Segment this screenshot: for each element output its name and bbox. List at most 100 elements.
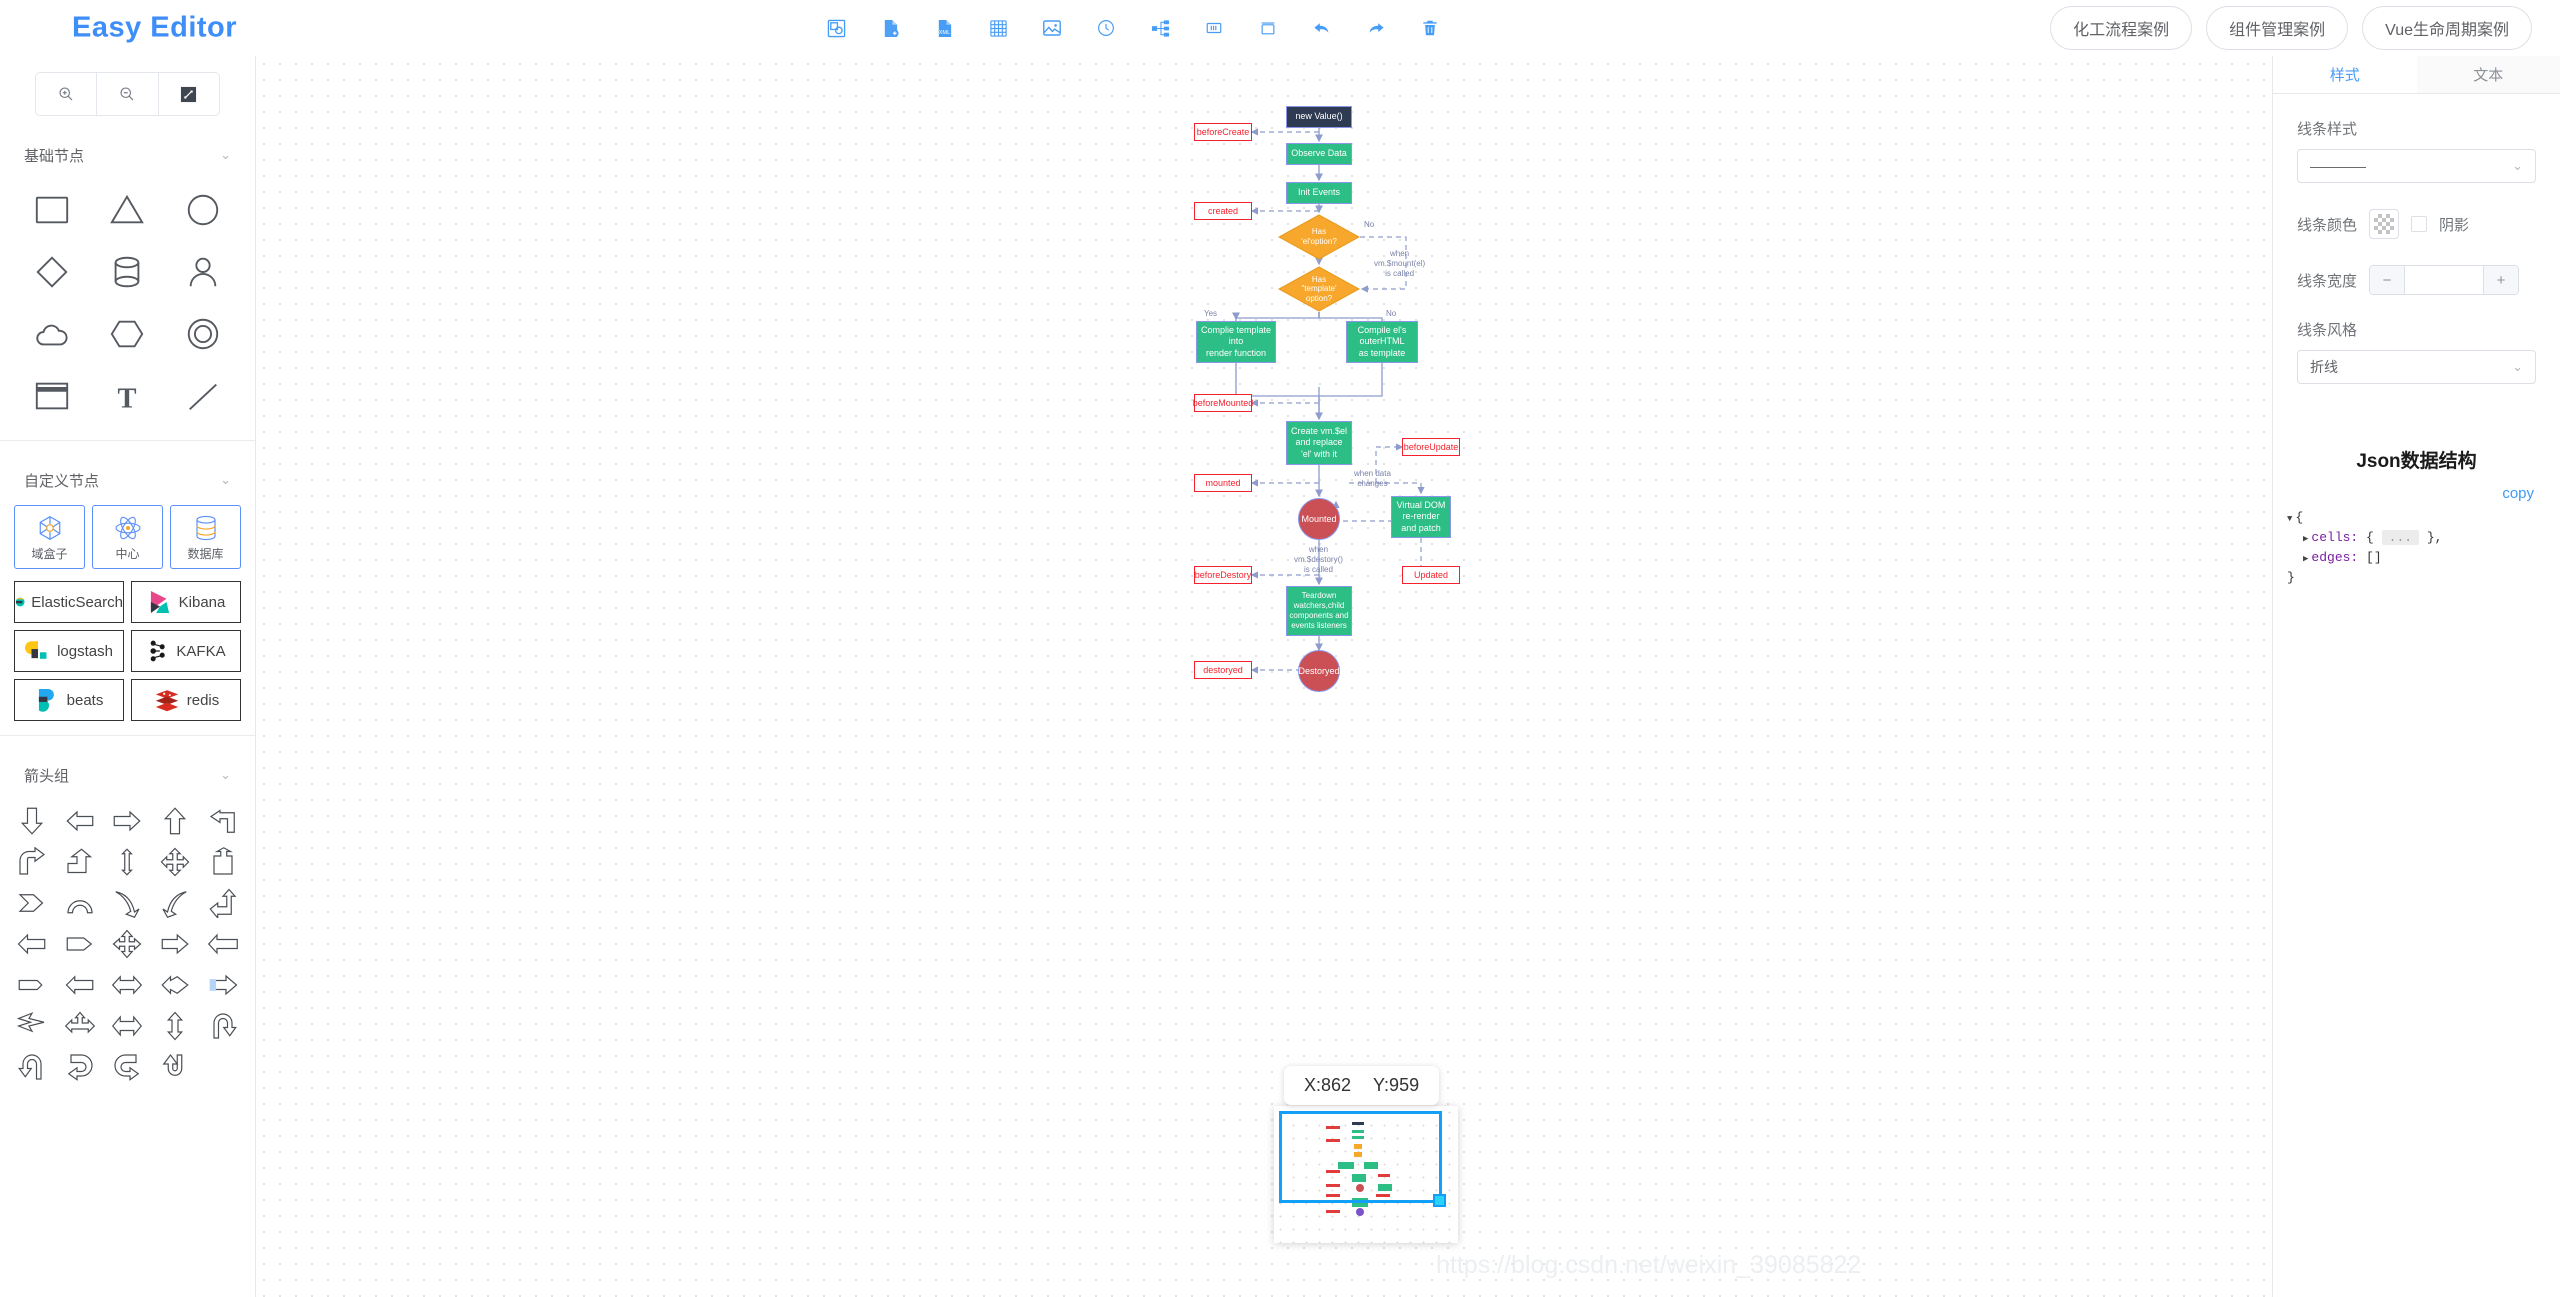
trash-icon[interactable] (1414, 12, 1446, 44)
zoom-in-icon[interactable] (36, 73, 98, 115)
node-observe-data[interactable]: Observe Data (1286, 143, 1352, 165)
custom-node-domain-box[interactable]: 域盒子 (14, 505, 85, 569)
archive-icon[interactable] (1252, 12, 1284, 44)
brand-node-elasticsearch[interactable]: ElasticSearch (14, 581, 124, 623)
chevron-right-shape[interactable] (8, 882, 56, 923)
arrow-left-block[interactable] (56, 964, 104, 1005)
arrow-up-tab[interactable] (199, 841, 247, 882)
arrow-step-up[interactable] (56, 841, 104, 882)
custom-node-database[interactable]: 数据库 (170, 505, 241, 569)
redo-icon[interactable] (1360, 12, 1392, 44)
sitemap-icon[interactable] (1144, 12, 1176, 44)
panel-icon[interactable] (1198, 12, 1230, 44)
shape-text[interactable]: T (90, 368, 166, 424)
brand-node-kibana[interactable]: Kibana (131, 581, 241, 623)
arrow-four-way-cross[interactable] (104, 923, 152, 964)
json-line-edges[interactable]: ▶ edges: [] (2287, 548, 2560, 568)
zoom-out-icon[interactable] (97, 73, 159, 115)
arrow-loop-left[interactable] (56, 1046, 104, 1087)
shape-circle[interactable] (165, 182, 241, 238)
arrow-bend-left[interactable] (199, 800, 247, 841)
example-vue-lifecycle-button[interactable]: Vue生命周期案例 (2362, 6, 2532, 50)
xml-file-icon[interactable]: XML (928, 12, 960, 44)
minimap[interactable] (1274, 1106, 1458, 1243)
arrow-double-head-horizontal[interactable] (104, 1005, 152, 1046)
arrow-updown-narrow[interactable] (104, 841, 152, 882)
line-shape-select[interactable]: 折线 ⌄ (2297, 350, 2536, 384)
node-virtual-dom-patch[interactable]: Virtual DOM re-render and patch (1391, 496, 1451, 538)
grid-icon[interactable] (982, 12, 1014, 44)
arrow-double-left-notch[interactable] (151, 964, 199, 1005)
triangle-collapsed-icon[interactable]: ▶ (2303, 554, 2308, 564)
node-compile-outerhtml[interactable]: Compile el's outerHTML as template (1346, 321, 1418, 363)
json-line-root-open[interactable]: ▼{ (2287, 508, 2560, 528)
shape-cloud[interactable] (14, 306, 90, 362)
node-init-events[interactable]: Init Events (1286, 182, 1352, 204)
arrow-curved-down-right[interactable] (151, 882, 199, 923)
shape-rectangle[interactable] (14, 182, 90, 238)
copy-json-button[interactable]: copy (2273, 485, 2560, 502)
triangle-collapsed-icon[interactable]: ▶ (2303, 534, 2308, 544)
brand-node-kafka[interactable]: KAFKA (131, 630, 241, 672)
undo-icon[interactable] (1306, 12, 1338, 44)
arrow-right-striped[interactable] (199, 964, 247, 1005)
line-width-increase-button[interactable]: + (2484, 266, 2519, 294)
json-fold-placeholder[interactable]: ... (2381, 530, 2420, 546)
arrow-three-way[interactable] (56, 1005, 104, 1046)
shadow-checkbox[interactable] (2411, 216, 2428, 232)
shape-titled-box[interactable] (14, 368, 90, 424)
hook-updated[interactable]: Updated (1402, 566, 1460, 584)
arrow-four-way-diamond[interactable] (151, 841, 199, 882)
arrow-tag-right[interactable] (8, 964, 56, 1005)
minimap-resize-handle[interactable] (1433, 1194, 1446, 1207)
custom-node-center[interactable]: 中心 (92, 505, 163, 569)
triangle-expanded-icon[interactable]: ▼ (2287, 514, 2292, 524)
fit-screen-icon[interactable] (159, 73, 219, 115)
node-destoryed[interactable]: Destoryed (1298, 650, 1340, 692)
shape-hexagon[interactable] (90, 306, 166, 362)
node-has-template-option[interactable]: Has "template' option? (1278, 266, 1360, 312)
hook-created[interactable]: created (1194, 202, 1252, 220)
new-file-icon[interactable] (874, 12, 906, 44)
arrow-curved-down-left[interactable] (104, 882, 152, 923)
shape-double-circle[interactable] (165, 306, 241, 362)
arrow-curve-right[interactable] (8, 841, 56, 882)
brand-node-redis[interactable]: redis (131, 679, 241, 721)
shape-triangle[interactable] (90, 182, 166, 238)
node-teardown[interactable]: Teardown watchers,child components and even… (1286, 586, 1352, 636)
node-create-vm-el[interactable]: Create vm.$el and replace'el' with it (1286, 421, 1352, 465)
tab-style[interactable]: 样式 (2273, 56, 2417, 93)
line-width-stepper[interactable]: − + (2369, 265, 2520, 295)
shape-cylinder[interactable] (90, 244, 166, 300)
hook-beforedestory[interactable]: beforeDestory (1194, 566, 1252, 584)
hook-beforecreate[interactable]: beforeCreate (1194, 123, 1252, 141)
chevron-pentagon-right[interactable] (56, 923, 104, 964)
chevron-down-icon[interactable]: ⌄ (220, 472, 231, 488)
arrow-up-down[interactable] (151, 1005, 199, 1046)
arrow-placeholder[interactable] (199, 1046, 247, 1087)
arrow-right-wide[interactable] (104, 800, 152, 841)
node-mounted[interactable]: Mounted (1298, 498, 1340, 540)
node-has-el-option[interactable]: Has'el'option? (1278, 214, 1360, 260)
arrow-up[interactable] (151, 800, 199, 841)
diagram-canvas[interactable]: new Value() Observe Data Init Events Has… (256, 56, 2272, 1297)
node-new-value[interactable]: new Value() (1286, 106, 1352, 128)
chevron-down-icon[interactable]: ⌄ (220, 767, 231, 783)
hook-destoryed[interactable]: destoryed (1194, 661, 1252, 679)
example-chemical-process-button[interactable]: 化工流程案例 (2050, 6, 2193, 50)
node-compile-template[interactable]: Complie template into render function (1196, 321, 1276, 363)
arrow-down[interactable] (8, 800, 56, 841)
image-icon[interactable] (1036, 12, 1068, 44)
shape-diamond[interactable] (14, 244, 90, 300)
arrow-double-chevron-right[interactable] (8, 1005, 56, 1046)
json-line-cells[interactable]: ▶ cells: { ... }, (2287, 528, 2560, 548)
arrow-u-turn-loop[interactable] (151, 1046, 199, 1087)
arrow-left-wide[interactable] (56, 800, 104, 841)
arrow-left[interactable] (8, 923, 56, 964)
arrow-right[interactable] (151, 923, 199, 964)
arrow-left-up-step[interactable] (199, 882, 247, 923)
section-header-arrow-group[interactable]: 箭头组 ⌄ (0, 752, 255, 798)
shape-actor[interactable] (165, 244, 241, 300)
line-width-input[interactable] (2404, 266, 2485, 294)
brand-node-beats[interactable]: beats (14, 679, 124, 721)
